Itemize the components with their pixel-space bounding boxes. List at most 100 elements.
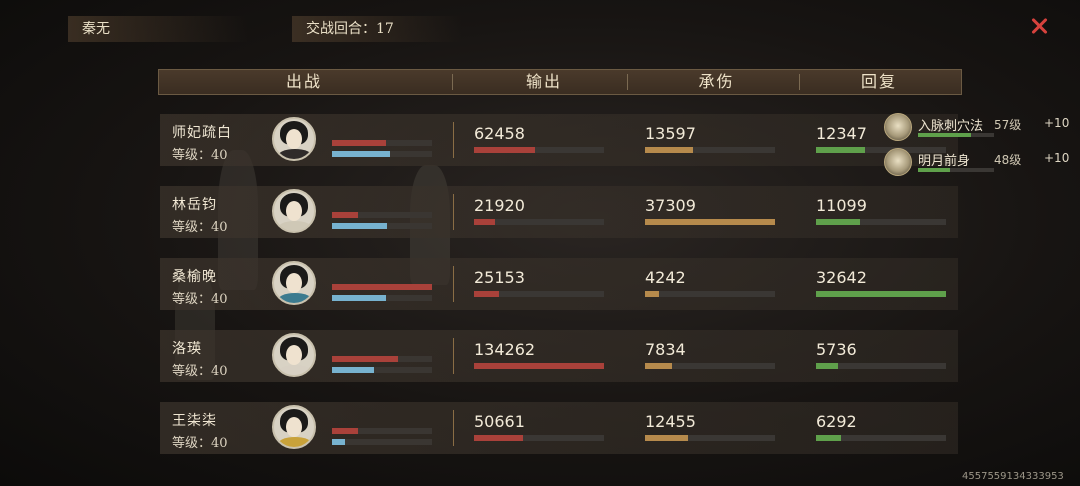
character-name: 洛瑛 <box>172 341 202 357</box>
healing-bar-fill <box>816 291 946 297</box>
avatar-robe <box>278 221 312 231</box>
skill-level: 57级 <box>994 118 1022 132</box>
player-name: 秦无 <box>82 21 110 37</box>
hp-bar-blue <box>332 367 432 373</box>
character-level: 等级：40 <box>172 148 228 163</box>
avatar-robe <box>278 437 312 447</box>
character-avatar[interactable] <box>272 261 316 305</box>
damage-taken-bar-fill <box>645 435 688 441</box>
damage-taken-bar-fill <box>645 219 775 225</box>
row-divider <box>453 410 454 446</box>
hp-bar-red <box>332 428 432 434</box>
output-value: 62458 <box>474 124 525 143</box>
table-row[interactable]: 桑榆晚 等级：40 25153 4242 32642 <box>160 258 958 310</box>
character-avatar[interactable] <box>272 189 316 233</box>
output-bar-fill <box>474 435 524 441</box>
header-output: 输出 <box>525 72 562 91</box>
character-avatar[interactable] <box>272 405 316 449</box>
damage-taken-value: 13597 <box>645 124 696 143</box>
damage-taken-bar <box>645 291 775 297</box>
character-name: 师妃疏白 <box>172 125 232 141</box>
header-divider <box>627 74 628 90</box>
close-icon[interactable] <box>1027 14 1051 38</box>
character-avatar[interactable] <box>272 117 316 161</box>
character-name: 桑榆晚 <box>172 269 217 285</box>
skill-name: 入脉刺穴法 <box>918 119 984 134</box>
output-bar-fill <box>474 147 536 153</box>
output-value: 134262 <box>474 340 536 359</box>
output-bar-fill <box>474 219 495 225</box>
skill-icon <box>884 113 912 141</box>
output-bar <box>474 291 604 297</box>
damage-taken-value: 37309 <box>645 196 696 215</box>
hp-bar-red-fill <box>332 284 432 290</box>
hp-bar-blue-fill <box>332 151 390 157</box>
damage-taken-value: 12455 <box>645 412 696 431</box>
hp-bar-red-fill <box>332 140 386 146</box>
table-row[interactable]: 师妃疏白 等级：40 62458 13597 12347 <box>160 114 958 166</box>
damage-taken-bar-fill <box>645 291 660 297</box>
hp-bar-blue <box>332 223 432 229</box>
hp-bar-blue <box>332 151 432 157</box>
skill-progress-bar <box>918 168 994 172</box>
damage-taken-bar <box>645 363 775 369</box>
character-name: 林岳钧 <box>172 197 217 213</box>
skill-progress-fill <box>918 133 972 137</box>
damage-taken-bar <box>645 219 775 225</box>
healing-bar-fill <box>816 219 861 225</box>
header-deploy: 出战 <box>285 72 322 91</box>
healing-bar <box>816 435 946 441</box>
healing-value: 5736 <box>816 340 857 359</box>
skill-progress-bar <box>918 133 994 137</box>
hp-bar-blue-fill <box>332 439 345 445</box>
hp-bar-blue-fill <box>332 367 374 373</box>
header-healing: 回复 <box>860 72 897 91</box>
table-row[interactable]: 洛瑛 等级：40 134262 7834 5736 <box>160 330 958 382</box>
hp-bar-blue <box>332 439 432 445</box>
hp-bar-blue-fill <box>332 223 387 229</box>
skill-item[interactable]: 明月前身 48级 +10 <box>880 148 1080 176</box>
character-level: 等级：40 <box>172 292 228 307</box>
output-value: 50661 <box>474 412 525 431</box>
healing-bar <box>816 291 946 297</box>
table-row[interactable]: 林岳钧 等级：40 21920 37309 11099 <box>160 186 958 238</box>
character-avatar[interactable] <box>272 333 316 377</box>
skill-bonus: +10 <box>1044 116 1070 130</box>
skill-item[interactable]: 入脉刺穴法 57级 +10 <box>880 113 1080 141</box>
row-divider <box>453 338 454 374</box>
avatar-robe <box>278 293 312 303</box>
output-bar <box>474 219 604 225</box>
user-id: 4557559134333953 <box>962 471 1064 482</box>
row-divider <box>453 194 454 230</box>
table-row[interactable]: 王柒柒 等级：40 50661 12455 6292 <box>160 402 958 454</box>
healing-value: 11099 <box>816 196 867 215</box>
damage-taken-value: 7834 <box>645 340 686 359</box>
hp-bar-red <box>332 284 432 290</box>
header-divider <box>799 74 800 90</box>
output-bar-fill <box>474 291 499 297</box>
avatar-face <box>286 273 302 293</box>
header-damage-taken: 承伤 <box>698 72 735 91</box>
damage-taken-bar-fill <box>645 147 694 153</box>
hp-bar-red-fill <box>332 428 358 434</box>
row-divider <box>453 266 454 302</box>
hp-bar-red-fill <box>332 356 398 362</box>
skill-progress-fill <box>918 168 950 172</box>
healing-bar-fill <box>816 147 866 153</box>
skill-level: 48级 <box>994 153 1022 167</box>
healing-value: 6292 <box>816 412 857 431</box>
avatar-face <box>286 201 302 221</box>
output-bar <box>474 363 604 369</box>
hp-bar-red <box>332 140 432 146</box>
output-bar <box>474 147 604 153</box>
damage-taken-bar <box>645 147 775 153</box>
output-value: 25153 <box>474 268 525 287</box>
avatar-face <box>286 345 302 365</box>
hp-bar-blue <box>332 295 432 301</box>
skill-icon <box>884 148 912 176</box>
stats-table-header: 出战 输出 承伤 回复 <box>158 69 962 95</box>
healing-value: 32642 <box>816 268 867 287</box>
top-bar: 秦无 交战回合：17 <box>0 0 1080 56</box>
avatar-face <box>286 129 302 149</box>
healing-bar-fill <box>816 435 841 441</box>
